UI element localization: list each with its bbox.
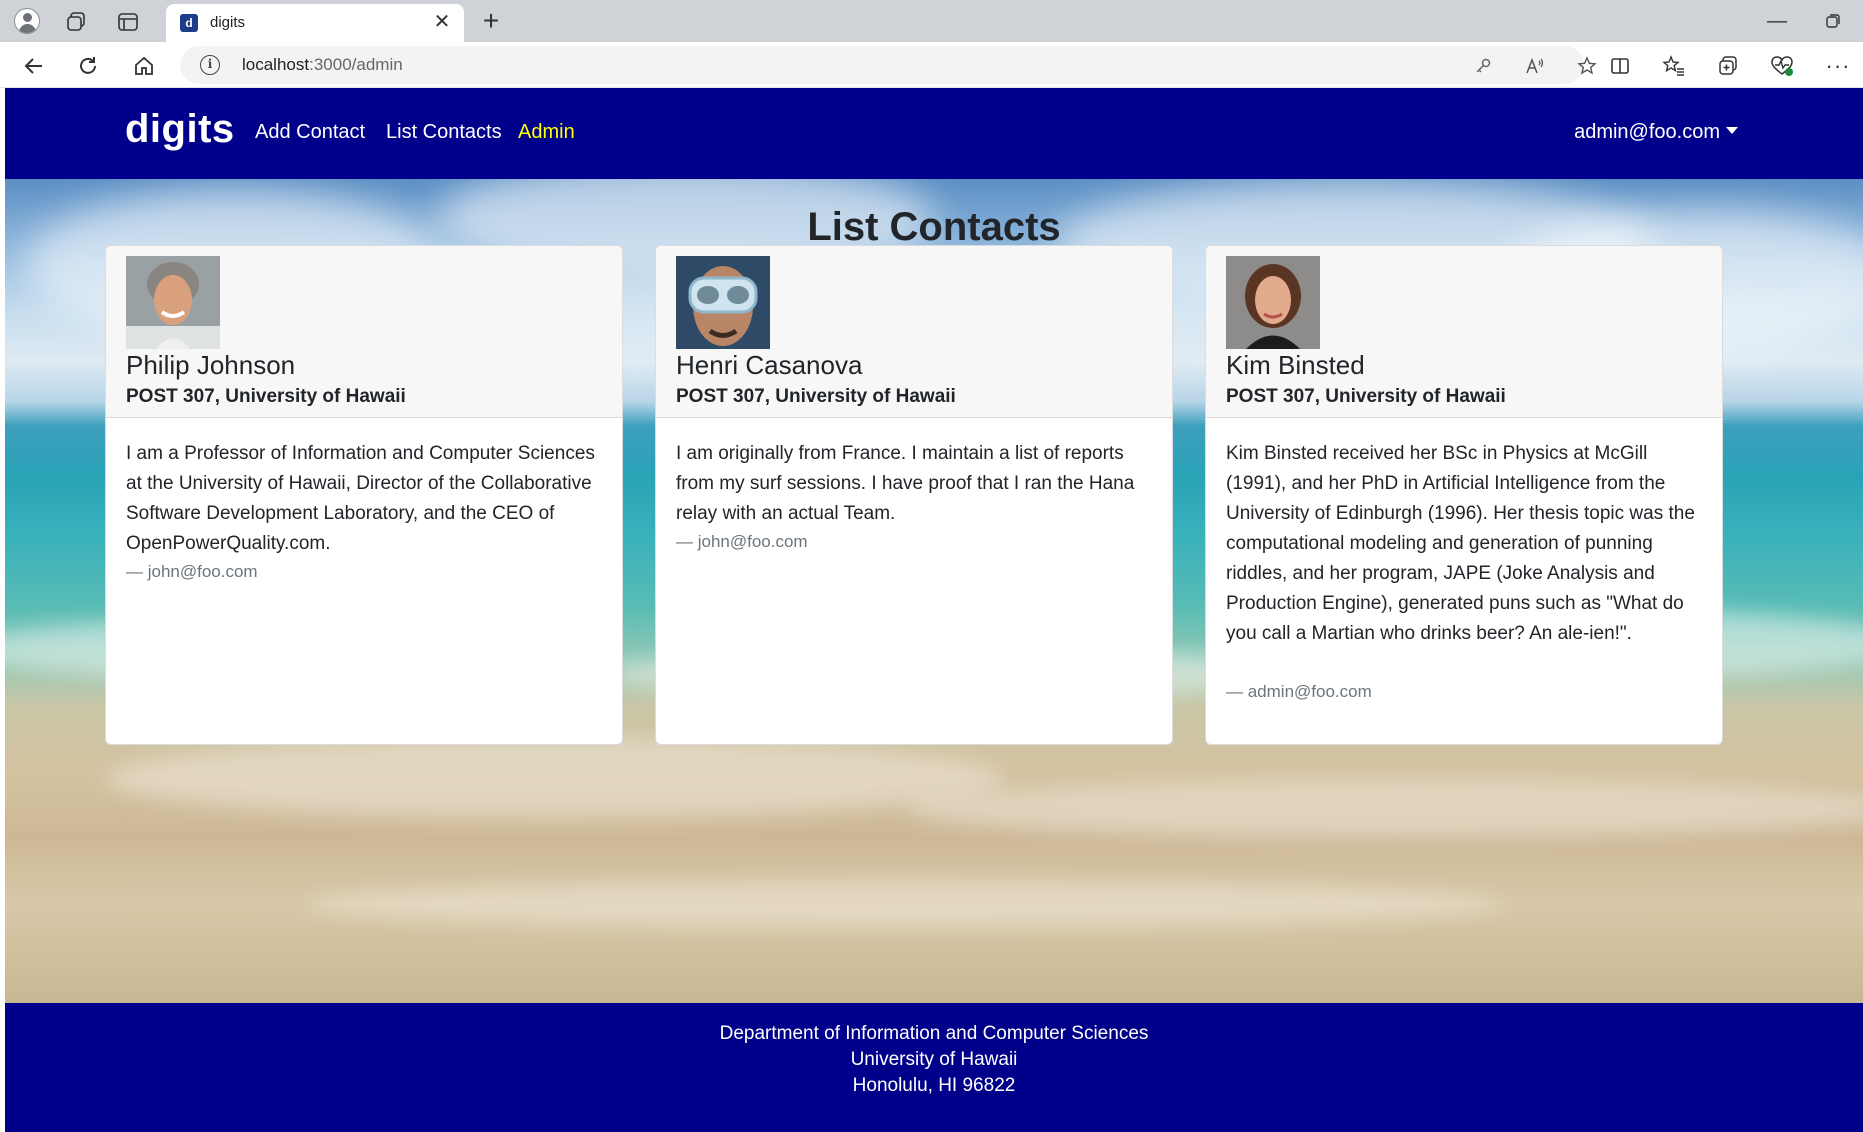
contact-owner: — john@foo.com xyxy=(126,562,258,581)
card-header: Philip Johnson POST 307, University of H… xyxy=(106,246,622,418)
contact-address: POST 307, University of Hawaii xyxy=(126,386,406,407)
info-icon[interactable]: i xyxy=(200,55,220,75)
tab-title: digits xyxy=(210,14,246,31)
browser-tab-bar: d digits ✕ + — xyxy=(0,0,1863,42)
card-header: Kim Binsted POST 307, University of Hawa… xyxy=(1206,246,1722,418)
restore-icon[interactable] xyxy=(1818,6,1848,36)
url-field[interactable]: i localhost:3000/admin xyxy=(180,46,1597,84)
footer-address: Honolulu, HI 96822 xyxy=(852,1075,1016,1096)
key-icon[interactable] xyxy=(1470,53,1496,79)
page-title: List Contacts xyxy=(807,205,1061,249)
footer-university: University of Hawaii xyxy=(850,1049,1018,1070)
contact-name: Kim Binsted xyxy=(1226,350,1365,380)
browser-essentials-icon[interactable] xyxy=(1766,50,1798,82)
footer: Department of Information and Computer S… xyxy=(5,1003,1863,1132)
plus-icon[interactable]: + xyxy=(476,5,506,36)
nav-admin[interactable]: Admin xyxy=(518,121,575,144)
avatar xyxy=(1226,256,1320,349)
nav-list-contacts[interactable]: List Contacts xyxy=(386,121,502,144)
contact-description: Kim Binsted received her BSc in Physics … xyxy=(1226,443,1695,644)
address-bar: i localhost:3000/admin ··· xyxy=(0,42,1863,88)
close-icon[interactable]: ✕ xyxy=(430,10,454,34)
contact-card: Philip Johnson POST 307, University of H… xyxy=(105,245,623,745)
avatar xyxy=(676,256,770,349)
contact-address: POST 307, University of Hawaii xyxy=(676,386,956,407)
contact-name: Henri Casanova xyxy=(676,350,863,380)
brand-logo[interactable]: digits xyxy=(125,107,235,152)
reload-icon[interactable] xyxy=(72,50,104,82)
more-icon[interactable]: ··· xyxy=(1822,50,1854,82)
split-screen-icon[interactable] xyxy=(1604,50,1636,82)
contact-name: Philip Johnson xyxy=(126,350,296,380)
collections-icon[interactable] xyxy=(1712,50,1744,82)
read-aloud-icon[interactable] xyxy=(1522,53,1548,79)
tab-actions-icon[interactable] xyxy=(114,8,142,36)
browser-tab[interactable]: d digits ✕ xyxy=(166,4,464,42)
profile-icon[interactable] xyxy=(12,6,42,36)
background-image: List Contacts Philip Johnson POST 307, U… xyxy=(5,179,1863,1003)
avatar xyxy=(126,256,220,349)
home-icon[interactable] xyxy=(128,50,160,82)
contact-description: I am a Professor of Information and Comp… xyxy=(126,443,595,554)
favicon-icon: d xyxy=(180,14,198,32)
footer-department: Department of Information and Computer S… xyxy=(719,1023,1149,1044)
contact-card: Kim Binsted POST 307, University of Hawa… xyxy=(1205,245,1723,745)
nav-add-contact[interactable]: Add Contact xyxy=(255,121,365,144)
user-dropdown[interactable]: admin@foo.com xyxy=(1574,121,1738,144)
minimize-icon[interactable]: — xyxy=(1762,6,1792,36)
caret-down-icon xyxy=(1726,127,1738,134)
contact-owner: — john@foo.com xyxy=(676,532,808,551)
url-path: :3000/admin xyxy=(309,55,403,74)
star-icon[interactable] xyxy=(1574,53,1600,79)
page-viewport: digits Add Contact List Contacts Admin a… xyxy=(5,88,1863,1132)
contact-card: Henri Casanova POST 307, University of H… xyxy=(655,245,1173,745)
navbar: digits Add Contact List Contacts Admin a… xyxy=(5,88,1863,179)
url-host: localhost xyxy=(242,55,310,74)
favorites-icon[interactable] xyxy=(1658,50,1690,82)
contact-owner: — admin@foo.com xyxy=(1226,682,1372,701)
back-icon[interactable] xyxy=(18,50,50,82)
user-email: admin@foo.com xyxy=(1574,121,1720,143)
url-text[interactable]: localhost:3000/admin xyxy=(242,55,403,75)
contact-address: POST 307, University of Hawaii xyxy=(1226,386,1506,407)
card-header: Henri Casanova POST 307, University of H… xyxy=(656,246,1172,418)
workspaces-icon[interactable] xyxy=(62,8,90,36)
contact-description: I am originally from France. I maintain … xyxy=(676,443,1135,524)
